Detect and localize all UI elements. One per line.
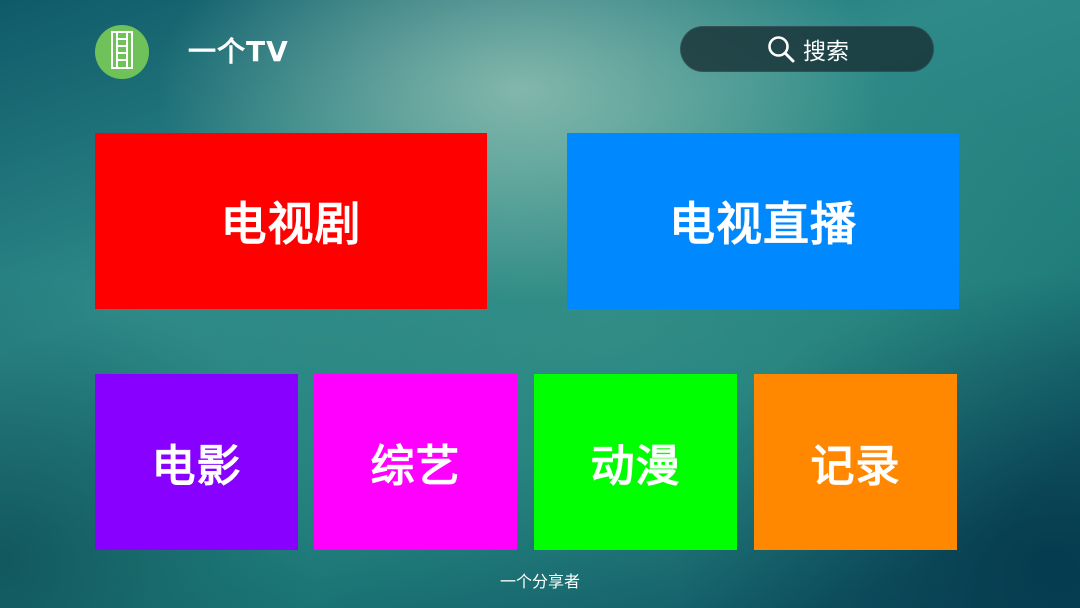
tile-anime[interactable]: 动漫 — [534, 374, 737, 550]
tile-tv-live[interactable]: 电视直播 — [567, 133, 959, 309]
tile-documentary-label: 记录 — [810, 441, 901, 492]
search-button[interactable]: 搜索 — [680, 26, 934, 72]
footer-credit: 一个分享者 — [499, 572, 580, 591]
tile-tv-series[interactable]: 电视剧 — [95, 133, 487, 309]
tile-variety[interactable]: 综艺 — [314, 374, 517, 550]
tile-movies[interactable]: 电影 — [95, 374, 298, 550]
search-icon — [765, 33, 797, 65]
tile-tv-series-label: 电视剧 — [220, 197, 362, 251]
tile-documentary[interactable]: 记录 — [754, 374, 957, 550]
app-logo — [95, 25, 149, 79]
search-label: 搜索 — [803, 39, 849, 65]
app-title: 一个TV — [188, 35, 289, 68]
tile-variety-label: 综艺 — [370, 441, 461, 492]
film-strip-icon — [111, 31, 133, 73]
tile-tv-live-label: 电视直播 — [669, 197, 857, 251]
tile-anime-label: 动漫 — [590, 441, 681, 492]
tile-movies-label: 电影 — [151, 441, 242, 492]
